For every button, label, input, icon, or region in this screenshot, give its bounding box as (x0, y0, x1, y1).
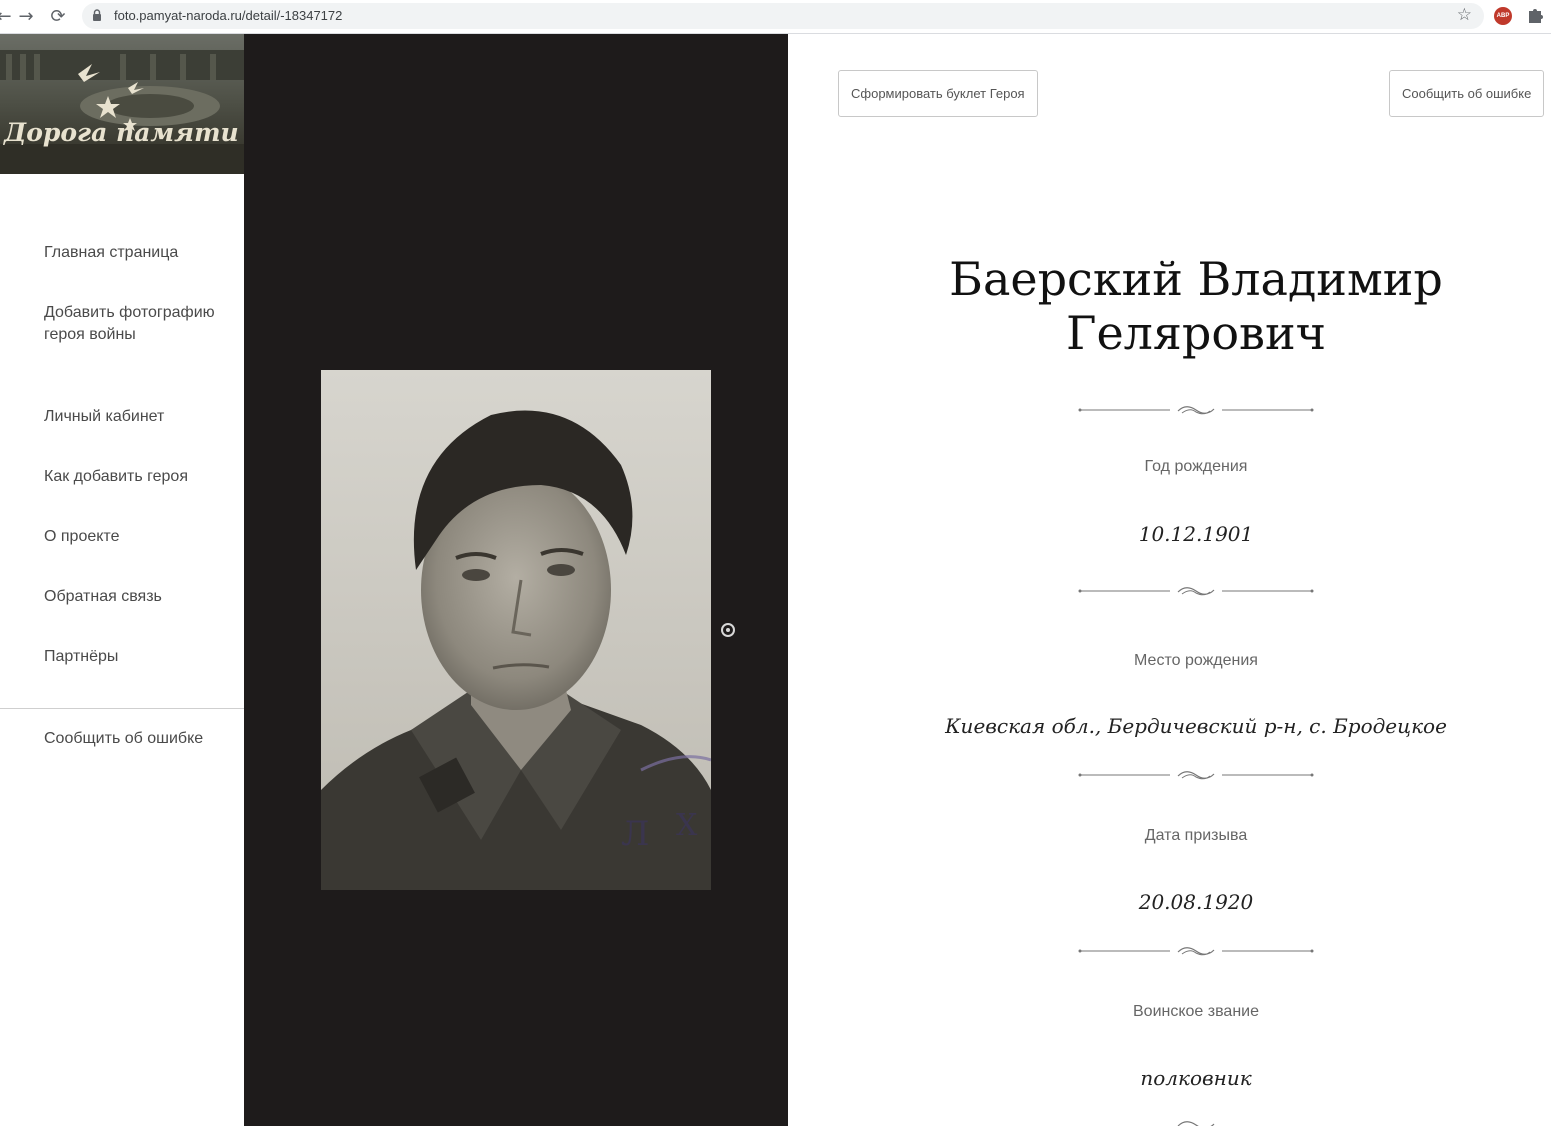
address-bar[interactable]: foto.pamyat-naroda.ru/detail/-18347172 ☆ (82, 3, 1484, 29)
nav-item-report-error[interactable]: Сообщить об ошибке (44, 728, 224, 750)
report-error-button[interactable]: Сообщить об ошибке (1389, 70, 1545, 117)
generate-booklet-button[interactable]: Сформировать буклет Героя (838, 70, 1038, 117)
field-label-military-rank: Воинское звание (1133, 1003, 1259, 1020)
memorial-road-logo-image (0, 34, 244, 174)
logo-text: Дорога памяти (4, 118, 239, 147)
sidebar: Дорога памяти Главная страница Добавить … (0, 34, 244, 1126)
field-value-birth-place: Киевская обл., Бердичевский р-н, с. Брод… (945, 714, 1447, 738)
field-value-military-rank: полковник (1140, 1066, 1252, 1090)
bookmark-star-icon[interactable]: ☆ (1457, 5, 1472, 25)
nav-item-feedback[interactable]: Обратная связь (44, 586, 224, 608)
hero-name-line2: Гелярович (1065, 306, 1327, 360)
url-text: foto.pamyat-naroda.ru/detail/-18347172 (114, 8, 343, 23)
ornament-divider-icon (1078, 947, 1314, 956)
field-value-conscription-date: 20.08.1920 (1138, 890, 1254, 914)
carousel-dot-icon[interactable] (721, 623, 735, 637)
hero-name-line1: Баерский Владимир (949, 252, 1443, 306)
hero-details: Сформировать буклет Героя Сообщить об ош… (788, 34, 1551, 1126)
nav-item-account[interactable]: Личный кабинет (44, 406, 224, 428)
reload-icon[interactable]: ⟳ (46, 5, 70, 29)
hero-name: Баерский Владимир Гелярович (888, 252, 1504, 360)
field-label-conscription-date: Дата призыва (1144, 827, 1248, 844)
ornament-divider-icon (1078, 587, 1314, 596)
forward-icon[interactable]: → (14, 5, 38, 29)
ornament-divider-icon (1177, 1121, 1215, 1126)
nav-item-home[interactable]: Главная страница (44, 242, 224, 264)
svg-text:Х: Х (676, 808, 698, 843)
lock-icon (93, 9, 101, 21)
nav-item-add-photo[interactable]: Добавить фотографию героя войны (44, 302, 224, 346)
ornament-divider-icon (1078, 406, 1314, 415)
adblock-extension-icon[interactable]: ABP (1494, 7, 1512, 25)
hero-portrait-photo[interactable]: Л Х (321, 370, 711, 890)
sidebar-divider (0, 708, 244, 709)
field-label-birth-year: Год рождения (1144, 458, 1248, 475)
nav-item-partners[interactable]: Партнёры (44, 646, 224, 668)
extensions-puzzle-icon[interactable] (1525, 5, 1545, 25)
nav-item-how-to-add[interactable]: Как добавить героя (44, 466, 224, 488)
field-label-birth-place: Место рождения (1134, 652, 1258, 669)
site-logo[interactable]: Дорога памяти (0, 34, 244, 174)
field-value-birth-year: 10.12.1901 (1138, 522, 1254, 546)
browser-toolbar: ← → ⟳ foto.pamyat-naroda.ru/detail/-1834… (0, 0, 1551, 34)
photo-panel: Л Х (244, 34, 788, 1126)
nav-item-about[interactable]: О проекте (44, 526, 224, 548)
svg-text:Л: Л (621, 814, 649, 854)
ornament-divider-icon (1078, 771, 1314, 780)
